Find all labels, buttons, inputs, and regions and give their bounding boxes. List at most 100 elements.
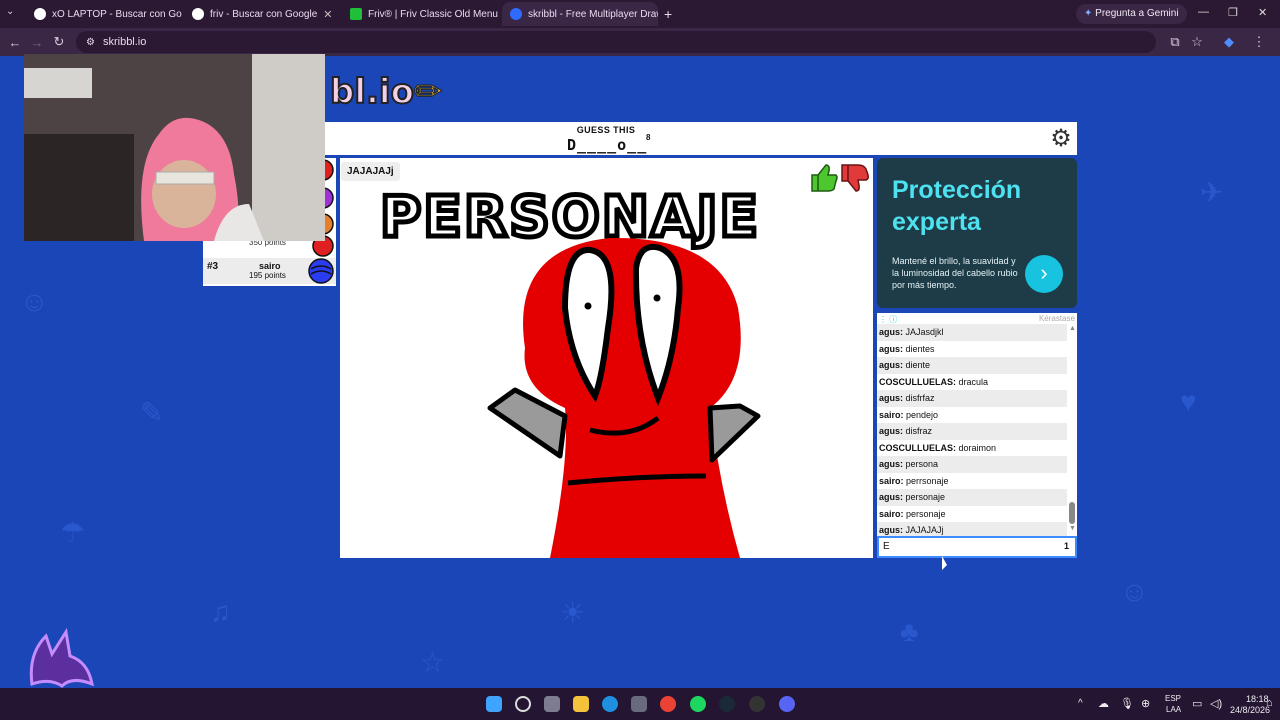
tab-search-icon[interactable]: ⌄ bbox=[6, 6, 20, 20]
site-info-icon[interactable]: ⚙ bbox=[86, 37, 95, 48]
reload-icon[interactable]: ↻ bbox=[48, 34, 70, 50]
drawing: PERSONAJE bbox=[378, 183, 761, 558]
chat-user: agus: bbox=[879, 393, 904, 403]
chat-user: agus: bbox=[879, 343, 904, 354]
chat-text: personaje bbox=[905, 492, 946, 502]
word-hint: D____o__ bbox=[567, 136, 648, 154]
settings-gear-icon[interactable]: ⚙ bbox=[1047, 125, 1075, 153]
tab-skribbl[interactable]: skribbl - Free Multiplayer Draw ✕ bbox=[502, 2, 658, 26]
obs-icon[interactable] bbox=[749, 696, 765, 712]
gemini-button[interactable]: ✦ Pregunta a Gemini bbox=[1076, 4, 1187, 24]
chat-text: perrsonaje bbox=[906, 475, 949, 486]
tab-friv-search[interactable]: friv - Buscar con Google ✕ bbox=[184, 2, 340, 26]
tab-title: Friv® | Friv Classic Old Menu bbox=[368, 8, 498, 20]
tray-network-icon[interactable]: ⊕ bbox=[1141, 697, 1150, 710]
address-bar: ← → ↻ ⚙ skribbl.io ⧉ ☆ ◆ ⋮ bbox=[0, 28, 1280, 56]
thumbs-down-icon[interactable] bbox=[841, 164, 869, 192]
chat-user: agus: bbox=[879, 492, 904, 502]
scroll-down-icon[interactable]: ▼ bbox=[1069, 525, 1076, 532]
scroll-up-icon[interactable]: ▲ bbox=[1069, 325, 1076, 332]
restore-icon[interactable]: ❐ bbox=[1228, 6, 1238, 19]
back-icon[interactable]: ← bbox=[4, 35, 26, 50]
chat-text: disfrfaz bbox=[905, 393, 935, 403]
notification-icon[interactable]: ⌂ bbox=[1266, 697, 1273, 709]
tab-title: friv - Buscar con Google bbox=[210, 8, 318, 20]
bookmark-icon[interactable]: ☆ bbox=[1186, 34, 1208, 50]
tray-chevron-icon[interactable]: ^ bbox=[1078, 698, 1083, 709]
steam-icon[interactable] bbox=[719, 696, 735, 712]
discord-icon[interactable] bbox=[779, 696, 795, 712]
chat-message: agus: persona bbox=[877, 456, 1067, 473]
vpn-icon[interactable]: ◆ bbox=[1218, 34, 1240, 50]
wolf-logo-icon bbox=[29, 627, 94, 688]
player-points: 195 points bbox=[249, 271, 286, 280]
translate-icon[interactable]: ⧉ bbox=[1164, 34, 1186, 50]
chat-scrollbar[interactable]: ▲ ▼ bbox=[1068, 325, 1076, 534]
char-count: 1 bbox=[1063, 541, 1069, 551]
tab-xo-laptop[interactable]: xO LAPTOP - Buscar con Google ✕ bbox=[26, 2, 182, 26]
chat-text: JAJasdjkl bbox=[905, 327, 944, 337]
doodle-icon: ☆ bbox=[420, 647, 446, 678]
chat-text: dracula bbox=[958, 376, 989, 387]
advertisement[interactable]: Protección experta Mantené el brillo, la… bbox=[877, 158, 1077, 308]
chat-user: agus: bbox=[879, 327, 904, 337]
chat-message: COSCULLUELAS: doraimon bbox=[877, 440, 1067, 457]
tab-friv[interactable]: Friv® | Friv Classic Old Menu ✕ bbox=[342, 2, 498, 26]
skribbl-icon bbox=[510, 8, 522, 20]
player-rank: #3 bbox=[207, 261, 219, 272]
tray-display-icon[interactable]: ▭ bbox=[1192, 697, 1202, 710]
logo-text: bl.io bbox=[329, 71, 415, 113]
chat-input[interactable]: E 1 bbox=[877, 536, 1077, 558]
drawing-canvas[interactable]: PERSONAJE bbox=[340, 158, 873, 558]
url-field[interactable]: ⚙ skribbl.io bbox=[76, 31, 1156, 53]
skribbl-logo: bl.io✏ bbox=[329, 71, 443, 113]
friv-icon bbox=[350, 8, 362, 20]
search-icon[interactable] bbox=[515, 696, 531, 712]
chrome-icon[interactable] bbox=[660, 696, 676, 712]
chat-user: agus: bbox=[879, 459, 904, 469]
close-tab-icon[interactable]: ✕ bbox=[323, 8, 332, 21]
taskbar: ^ ☁ 🎙 ⊕ ESP LAA ▭ ◁) 18:18 24/8/2026 ⌂ bbox=[0, 688, 1280, 720]
chat-text: diente bbox=[905, 360, 931, 370]
webcam-overlay bbox=[24, 54, 325, 241]
file-explorer-icon[interactable] bbox=[573, 696, 589, 712]
minimize-icon[interactable]: — bbox=[1198, 6, 1209, 18]
game-header bbox=[325, 122, 1077, 155]
chat-message: sairo: personaje bbox=[877, 506, 1067, 523]
store-icon[interactable] bbox=[631, 696, 647, 712]
chat-message: agus: diente bbox=[877, 357, 1067, 374]
ad-arrow-button[interactable]: › bbox=[1025, 255, 1063, 293]
chat-text: pendejo bbox=[906, 409, 939, 420]
chat-message: sairo: pendejo bbox=[877, 407, 1067, 424]
lang-layout: LAA bbox=[1166, 705, 1182, 714]
chat-message: agus: JAJasdjkl bbox=[877, 324, 1067, 341]
new-tab-icon[interactable]: + bbox=[664, 6, 672, 22]
spotify-icon[interactable] bbox=[690, 696, 706, 712]
chat-message: agus: disfrfaz bbox=[877, 390, 1067, 407]
guess-label: GUESS THIS bbox=[576, 125, 636, 135]
start-icon[interactable] bbox=[486, 696, 502, 712]
close-window-icon[interactable]: ✕ bbox=[1258, 6, 1267, 19]
tray-volume-icon[interactable]: ◁) bbox=[1210, 697, 1222, 710]
forward-icon[interactable]: → bbox=[26, 35, 48, 50]
ad-body: Mantené el brillo, la suavidad y la lumi… bbox=[892, 256, 1018, 290]
tray-mic-icon[interactable]: 🎙 bbox=[1120, 697, 1134, 710]
svg-text:PERSONAJE: PERSONAJE bbox=[380, 185, 760, 250]
scroll-thumb[interactable] bbox=[1069, 502, 1075, 524]
doodle-icon: ☺ bbox=[1120, 576, 1149, 607]
chat-text: doraimon bbox=[958, 442, 997, 453]
doodle-icon: ♣ bbox=[900, 616, 919, 647]
doodle-icon: ☂ bbox=[60, 517, 86, 548]
thumbs-up-icon[interactable] bbox=[811, 164, 838, 192]
word-length: 8 bbox=[646, 133, 651, 142]
tray-onedrive-icon[interactable]: ☁ bbox=[1098, 697, 1109, 710]
lang-indicator[interactable]: ESP bbox=[1165, 694, 1181, 703]
chat-message: agus: disfraz bbox=[877, 423, 1067, 440]
edge-icon[interactable] bbox=[602, 696, 618, 712]
rate-buttons bbox=[811, 164, 869, 192]
menu-icon[interactable]: ⋮ bbox=[1248, 34, 1270, 50]
google-icon bbox=[192, 8, 204, 20]
player-name: sairo bbox=[259, 261, 281, 271]
webcam-image bbox=[24, 54, 325, 241]
task-view-icon[interactable] bbox=[544, 696, 560, 712]
